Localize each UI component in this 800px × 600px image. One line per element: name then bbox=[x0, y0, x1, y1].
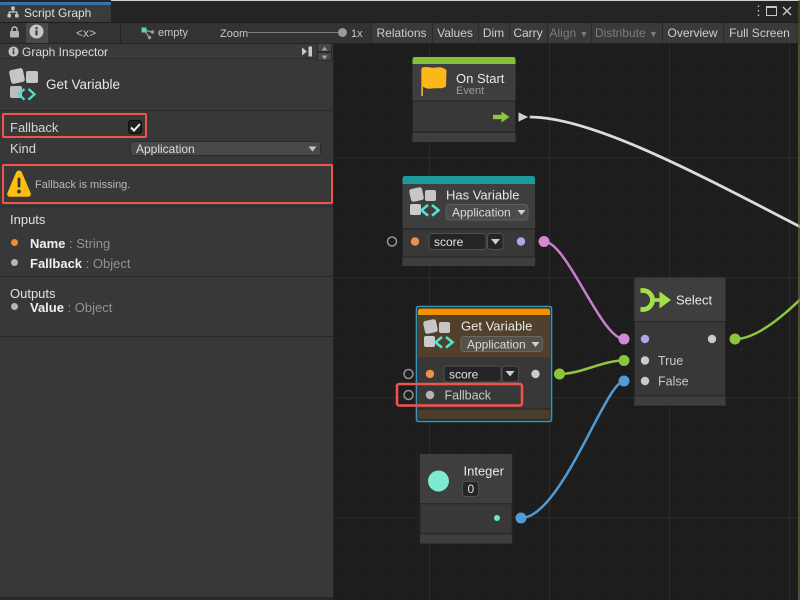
svg-text:Select: Select bbox=[676, 293, 713, 308]
svg-text:Integer: Integer bbox=[464, 464, 505, 479]
svg-text:True: True bbox=[658, 354, 683, 368]
svg-text:score: score bbox=[449, 368, 479, 382]
svg-text:score: score bbox=[434, 235, 464, 249]
svg-text:Has Variable: Has Variable bbox=[446, 188, 519, 203]
svg-text:0: 0 bbox=[468, 482, 475, 496]
svg-text:Application: Application bbox=[467, 338, 526, 352]
svg-text:Event: Event bbox=[456, 85, 484, 97]
svg-text:False: False bbox=[658, 375, 689, 389]
svg-text:Get Variable: Get Variable bbox=[461, 319, 532, 334]
svg-text:On Start: On Start bbox=[456, 71, 505, 86]
svg-text:Application: Application bbox=[452, 206, 511, 220]
svg-text:Fallback: Fallback bbox=[445, 389, 492, 403]
